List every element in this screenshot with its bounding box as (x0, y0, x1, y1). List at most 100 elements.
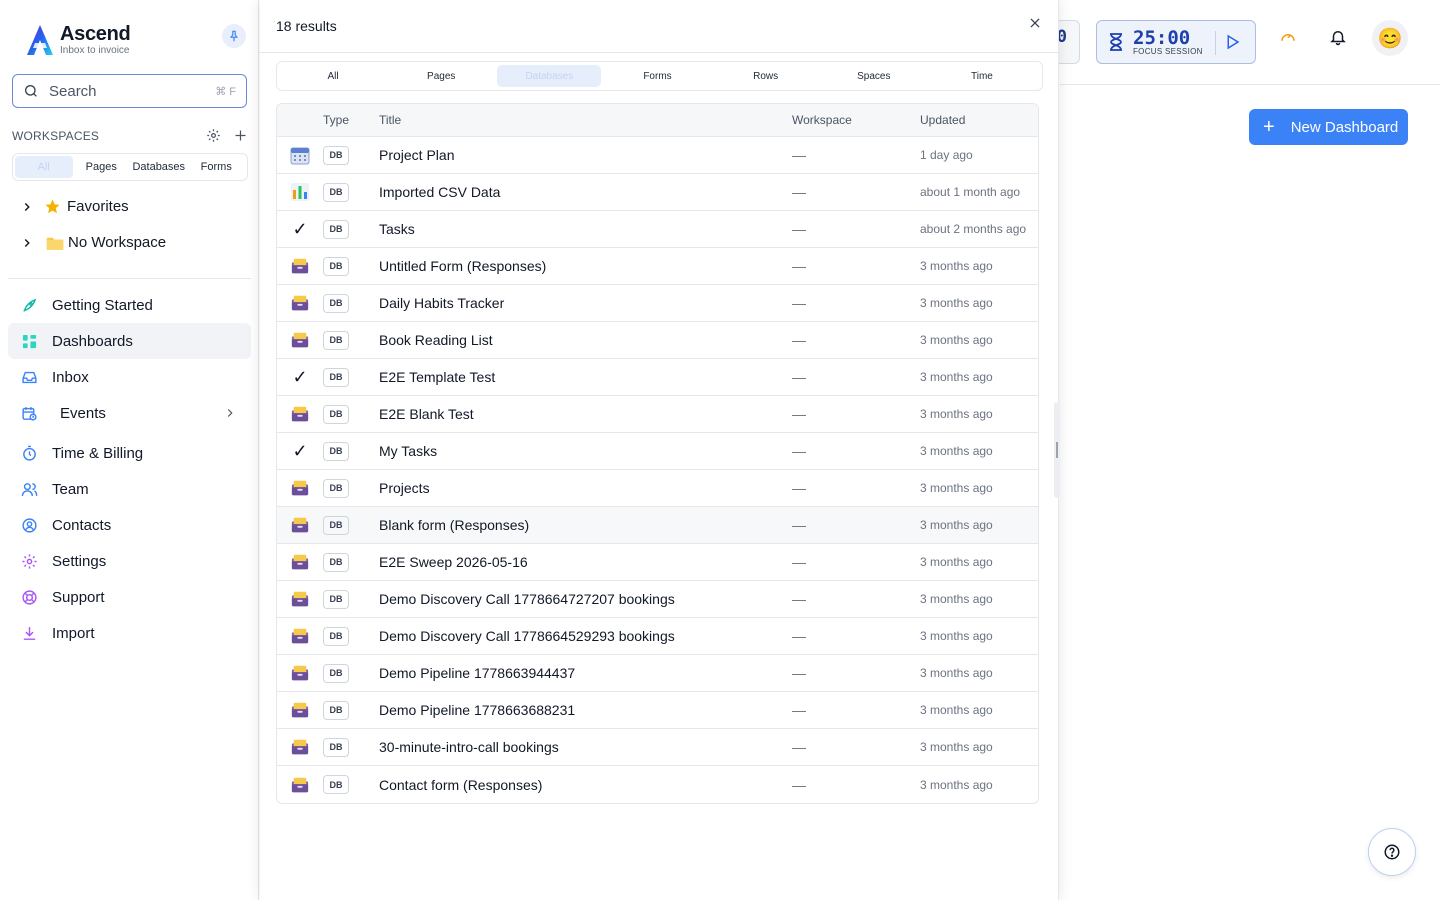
row-updated: 3 months ago (920, 555, 993, 569)
row-workspace: — (792, 628, 806, 644)
user-avatar[interactable]: 😊 (1372, 20, 1408, 56)
row-title: Tasks (379, 221, 415, 237)
row-title: Demo Discovery Call 1778664727207 bookin… (379, 591, 675, 607)
row-title: Book Reading List (379, 332, 493, 348)
filter-tab-time[interactable]: Time (930, 65, 1034, 87)
ws-tab-databases[interactable]: Databases (130, 156, 188, 178)
nav-events[interactable]: Events (8, 395, 251, 431)
nav-label: Time & Billing (52, 444, 144, 462)
filter-tab-databases[interactable]: Databases (497, 65, 602, 87)
row-title: E2E Template Test (379, 369, 496, 385)
close-results-button[interactable] (1028, 16, 1042, 30)
table-row[interactable]: ✓ DB My Tasks — 3 months ago (277, 433, 1038, 470)
nav-contacts[interactable]: Contacts (8, 507, 251, 543)
filter-tab-forms[interactable]: Forms (605, 65, 709, 87)
timer-time: 25:00 (1133, 26, 1191, 49)
table-row[interactable]: DB Untitled Form (Responses) — 3 months ago (277, 248, 1038, 285)
row-updated: 3 months ago (920, 481, 993, 495)
row-title: My Tasks (379, 443, 438, 459)
filter-tab-spaces[interactable]: Spaces (822, 65, 926, 87)
gear-icon (207, 129, 220, 142)
table-row[interactable]: DB Imported CSV Data — about 1 month ago (277, 174, 1038, 211)
column-workspace[interactable]: Workspace (792, 113, 920, 127)
nav-label: Getting Started (52, 296, 153, 314)
row-workspace: — (792, 369, 806, 385)
nav-getting-started[interactable]: Getting Started (8, 287, 251, 323)
nav-inbox[interactable]: Inbox (8, 359, 251, 395)
row-workspace: — (792, 221, 806, 237)
brand[interactable]: Ascend Inbox to invoice (24, 22, 131, 58)
new-dashboard-button[interactable]: + New Dashboard (1249, 109, 1408, 145)
row-title: Untitled Form (Responses) (379, 258, 547, 274)
play-icon (1227, 34, 1240, 50)
row-title: Blank form (Responses) (379, 517, 530, 533)
row-updated: 3 months ago (920, 370, 993, 384)
panel-resize-handle[interactable] (1054, 402, 1060, 498)
nav-time-billing[interactable]: Time & Billing (8, 435, 251, 471)
search-input[interactable]: Search ⌘ F (12, 74, 247, 108)
table-row[interactable]: ✓ DB E2E Template Test — 3 months ago (277, 359, 1038, 396)
table-row[interactable]: DB Contact form (Responses) — 3 months ago (277, 766, 1038, 803)
nav-dashboards[interactable]: Dashboards (8, 323, 251, 359)
add-workspace-button[interactable] (233, 128, 248, 143)
table-row[interactable]: DB Project Plan — 1 day ago (277, 137, 1038, 174)
workspace-settings-button[interactable] (206, 128, 221, 143)
search-label: Search (49, 82, 97, 100)
table-row[interactable]: DB Book Reading List — 3 months ago (277, 322, 1038, 359)
table-row[interactable]: DB 30-minute-intro-call bookings — 3 months… (277, 729, 1038, 766)
row-updated: 3 months ago (920, 740, 993, 754)
table-row[interactable]: DB Demo Pipeline 1778663944437 — 3 months a… (277, 655, 1038, 692)
file-box-icon (277, 553, 323, 571)
ws-tab-forms[interactable]: Forms (188, 156, 246, 178)
performance-button[interactable] (1279, 28, 1297, 46)
row-title: Demo Discovery Call 1778664529293 bookin… (379, 628, 675, 644)
focus-timer[interactable]: 25:00 FOCUS SESSION (1096, 20, 1256, 64)
ws-tab-all[interactable]: All (15, 156, 73, 178)
help-button[interactable] (1368, 828, 1416, 876)
nav-settings[interactable]: Settings (8, 543, 251, 579)
column-updated[interactable]: Updated (920, 113, 1038, 127)
file-box-icon (277, 627, 323, 645)
file-box-icon (277, 479, 323, 497)
tree-item-no-workspace[interactable]: No Workspace (20, 234, 166, 251)
nav-label: Import (52, 624, 95, 642)
table-row[interactable]: DB Demo Discovery Call 1778664727207 book… (277, 581, 1038, 618)
type-badge: DB (323, 441, 349, 461)
nav-team[interactable]: Team (8, 471, 251, 507)
table-row[interactable]: ✓ DB Tasks — about 2 months ago (277, 211, 1038, 248)
row-updated: 1 day ago (920, 148, 973, 162)
row-updated: about 1 month ago (920, 185, 1021, 199)
filter-tab-all[interactable]: All (281, 65, 385, 87)
contact-icon (21, 517, 37, 533)
row-updated: 3 months ago (920, 666, 993, 680)
notifications-button[interactable] (1329, 28, 1347, 46)
row-workspace: — (792, 554, 806, 570)
timer-divider (1215, 31, 1216, 55)
filter-tab-rows[interactable]: Rows (714, 65, 818, 87)
inbox-icon (21, 371, 37, 383)
ws-tab-pages[interactable]: Pages (73, 156, 131, 178)
tree-item-favorites[interactable]: Favorites (20, 198, 129, 215)
table-row[interactable]: DB Demo Discovery Call 1778664529293 book… (277, 618, 1038, 655)
table-row[interactable]: DB E2E Sweep 2026-05-16 — 3 months ago (277, 544, 1038, 581)
sidebar-divider (8, 278, 251, 279)
chevron-right-icon (24, 238, 30, 247)
folder-icon (46, 237, 64, 250)
filter-tab-pages[interactable]: Pages (389, 65, 493, 87)
column-title[interactable]: Title (379, 113, 792, 127)
table-row[interactable]: DB Demo Pipeline 1778663688231 — 3 months a… (277, 692, 1038, 729)
column-type[interactable]: Type (323, 113, 379, 127)
timer-play-button[interactable] (1223, 33, 1241, 51)
table-row[interactable]: DB Blank form (Responses) — 3 months ago (277, 507, 1038, 544)
row-title: Demo Pipeline 1778663688231 (379, 702, 576, 718)
row-workspace: — (792, 591, 806, 607)
nav-support[interactable]: Support (8, 579, 251, 615)
table-row[interactable]: DB Projects — 3 months ago (277, 470, 1038, 507)
row-updated: 3 months ago (920, 407, 993, 421)
table-row[interactable]: DB E2E Blank Test — 3 months ago (277, 396, 1038, 433)
table-header: Type Title Workspace Updated (277, 104, 1038, 137)
nav-import[interactable]: Import (8, 615, 251, 651)
table-row[interactable]: DB Daily Habits Tracker — 3 months ago (277, 285, 1038, 322)
pin-sidebar-button[interactable] (222, 24, 246, 48)
workspace-filter-tabs: All Pages Databases Forms (12, 153, 248, 181)
